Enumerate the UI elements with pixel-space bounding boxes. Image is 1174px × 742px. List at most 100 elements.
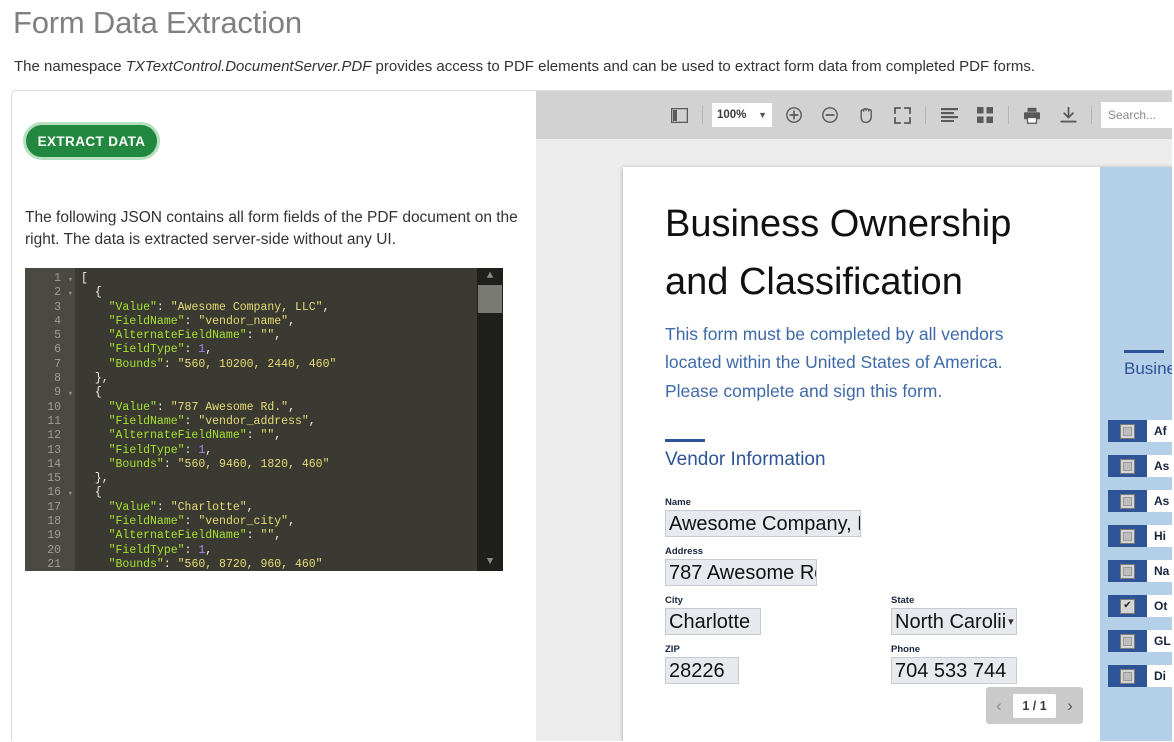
checkbox-row[interactable]: As bbox=[1108, 490, 1172, 512]
business-section-top: Busines bbox=[1124, 350, 1172, 379]
lead-description: The following JSON contains all form fie… bbox=[25, 209, 518, 248]
editor-code-line: "AlternateFieldName": "", bbox=[108, 529, 282, 543]
field-label: Phone bbox=[891, 644, 921, 655]
editor-line-number: 13 bbox=[47, 443, 61, 457]
prev-page-button[interactable]: ‹ bbox=[990, 696, 1008, 716]
checkbox-row[interactable]: ✔ Ot bbox=[1108, 595, 1172, 617]
checkbox-cell[interactable]: ✔ bbox=[1108, 595, 1147, 617]
field-label: State bbox=[891, 595, 915, 606]
zoom-level-value: 100% bbox=[717, 109, 747, 121]
checkbox-label: Hi bbox=[1154, 529, 1166, 543]
checkbox-row[interactable]: Na bbox=[1108, 560, 1172, 582]
editor-line-number: 21 bbox=[47, 557, 61, 571]
checkbox-unchecked-icon[interactable] bbox=[1120, 423, 1135, 439]
hand-pan-icon[interactable] bbox=[851, 100, 881, 130]
checkbox-inner bbox=[1123, 531, 1132, 541]
field-input-address[interactable]: 787 Awesome Rd bbox=[665, 559, 817, 586]
checkbox-row[interactable]: Af bbox=[1108, 420, 1172, 442]
editor-code-line: "Value": "Awesome Company, LLC", bbox=[108, 300, 330, 314]
pdf-toolbar: 100% ▼ Search... bbox=[536, 91, 1172, 139]
checkbox-row[interactable]: Di bbox=[1108, 665, 1172, 687]
checkbox-unchecked-icon[interactable] bbox=[1120, 458, 1135, 474]
checkbox-label: Di bbox=[1154, 669, 1166, 683]
editor-line-number: 17 bbox=[47, 500, 61, 514]
editor-line-number: 16 ▾ bbox=[25, 486, 75, 500]
editor-line-number: 4 bbox=[54, 314, 61, 328]
checkbox-cell[interactable] bbox=[1108, 455, 1147, 477]
pdf-blue-column: Busines AfAsAsHiNa✔OtGLDi Busines bbox=[1100, 167, 1172, 741]
search-input[interactable]: Search... bbox=[1101, 102, 1172, 128]
checkbox-unchecked-icon[interactable] bbox=[1120, 493, 1135, 509]
thumbnail-view-icon[interactable] bbox=[970, 100, 1000, 130]
panel-toggle-icon[interactable] bbox=[664, 100, 694, 130]
zoom-in-icon[interactable] bbox=[779, 100, 809, 130]
checkbox-cell[interactable] bbox=[1108, 490, 1147, 512]
checkbox-unchecked-icon[interactable] bbox=[1120, 563, 1135, 579]
editor-code-line: { bbox=[94, 286, 102, 300]
scroll-up-arrow-icon[interactable]: ▲ bbox=[477, 268, 503, 285]
field-name: Name Awesome Company, L bbox=[665, 497, 861, 537]
scroll-down-arrow-icon[interactable]: ▼ bbox=[477, 554, 503, 571]
download-icon[interactable] bbox=[1053, 100, 1083, 130]
field-select-state[interactable]: North Carolii ▾ bbox=[891, 608, 1017, 635]
checkbox-inner bbox=[1123, 566, 1132, 576]
checkbox-cell[interactable] bbox=[1108, 560, 1147, 582]
field-select-value: North Carolii bbox=[895, 610, 1007, 633]
checkbox-inner bbox=[1123, 671, 1132, 681]
page-subtitle: The namespace TXTextControl.DocumentServ… bbox=[14, 58, 1035, 75]
field-input-name[interactable]: Awesome Company, L bbox=[665, 510, 861, 537]
checkbox-inner bbox=[1123, 636, 1132, 646]
field-address: Address 787 Awesome Rd bbox=[665, 546, 817, 586]
editor-line-number: 12 bbox=[47, 429, 61, 443]
page-navigator: ‹ 1 / 1 › bbox=[986, 687, 1083, 724]
scrollbar-thumb[interactable] bbox=[478, 285, 502, 313]
subtitle-suffix: provides access to PDF elements and can … bbox=[371, 58, 1035, 75]
code-fold-icon[interactable]: ▾ bbox=[68, 387, 73, 401]
checkbox-row[interactable]: GL bbox=[1108, 630, 1172, 652]
zoom-level-select[interactable]: 100% ▼ bbox=[712, 103, 772, 127]
zoom-out-icon[interactable] bbox=[815, 100, 845, 130]
code-fold-icon[interactable]: ▾ bbox=[68, 287, 73, 301]
editor-vertical-scrollbar[interactable]: ▲ ▼ bbox=[477, 268, 503, 571]
editor-code-line: }, bbox=[94, 472, 109, 486]
next-page-button[interactable]: › bbox=[1061, 696, 1079, 716]
code-fold-icon[interactable]: ▾ bbox=[68, 487, 73, 501]
field-input-phone[interactable]: 704 533 744 bbox=[891, 657, 1017, 684]
print-icon[interactable] bbox=[1017, 100, 1047, 130]
field-state: State North Carolii ▾ bbox=[891, 595, 1017, 635]
checkbox-row[interactable]: As bbox=[1108, 455, 1172, 477]
code-fold-icon[interactable]: ▾ bbox=[68, 273, 73, 287]
checkbox-inner bbox=[1123, 461, 1132, 471]
checkbox-checked-icon[interactable]: ✔ bbox=[1120, 598, 1135, 614]
editor-code-line: [ bbox=[81, 272, 88, 285]
field-input-city[interactable]: Charlotte bbox=[665, 608, 761, 635]
editor-code-line: "FieldType": 1, bbox=[108, 443, 213, 457]
chevron-down-icon: ▼ bbox=[758, 110, 767, 120]
app-root: Form Data Extraction The namespace TXTex… bbox=[0, 0, 1174, 742]
field-input-zip[interactable]: 28226 bbox=[665, 657, 739, 684]
editor-code-line: "FieldName": "vendor_city", bbox=[108, 515, 295, 529]
single-page-view-icon[interactable] bbox=[934, 100, 964, 130]
checkbox-cell[interactable] bbox=[1108, 665, 1147, 687]
checkbox-cell[interactable] bbox=[1108, 420, 1147, 442]
extract-data-button[interactable]: EXTRACT DATA bbox=[23, 122, 160, 160]
checkbox-row[interactable]: Hi bbox=[1108, 525, 1172, 547]
business-heading-top: Busines bbox=[1124, 359, 1172, 378]
page-title: Form Data Extraction bbox=[13, 5, 302, 40]
checkbox-cell[interactable] bbox=[1108, 630, 1147, 652]
checkbox-unchecked-icon[interactable] bbox=[1120, 528, 1135, 544]
checkbox-label: Na bbox=[1154, 564, 1170, 578]
editor-code-line: "Value": "Charlotte", bbox=[108, 500, 254, 514]
chevron-down-icon: ▾ bbox=[1008, 615, 1014, 628]
pdf-intro-paragraph: This form must be completed by all vendo… bbox=[665, 324, 1004, 401]
field-label: Address bbox=[665, 546, 704, 557]
checkbox-cell[interactable] bbox=[1108, 525, 1147, 547]
fullscreen-icon[interactable] bbox=[887, 100, 917, 130]
editor-line-number: 19 bbox=[47, 529, 61, 543]
editor-code-area[interactable]: [ { "Value": "Awesome Company, LLC", "Fi… bbox=[75, 268, 477, 571]
checkbox-unchecked-icon[interactable] bbox=[1120, 668, 1135, 684]
checkbox-unchecked-icon[interactable] bbox=[1120, 633, 1135, 649]
editor-code-line: "AlternateFieldName": "", bbox=[108, 429, 282, 443]
json-code-editor[interactable]: 1▾2▾3456789▾10111213141516▾171819202122 … bbox=[25, 268, 503, 571]
checkbox-inner bbox=[1123, 426, 1132, 436]
